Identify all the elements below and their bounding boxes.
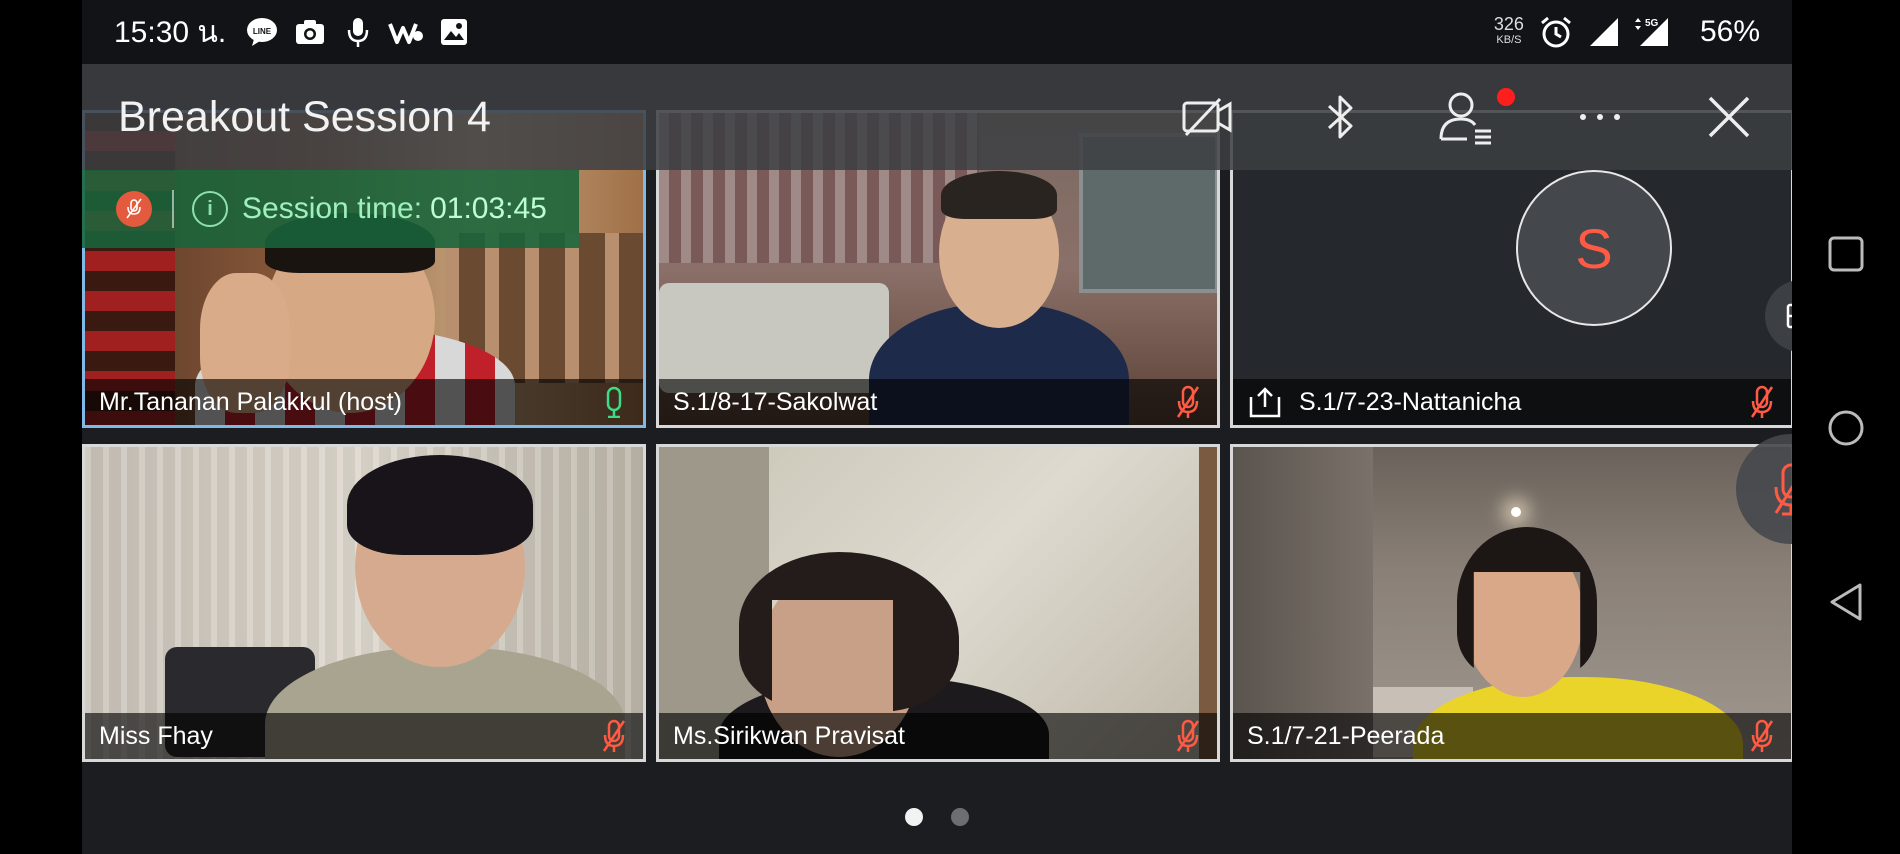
meeting-top-bar: Breakout Session 4 [82, 64, 1792, 170]
signal-5g-icon: 5G [1634, 14, 1670, 50]
back-icon [1830, 583, 1862, 621]
android-navigation-bar [1792, 0, 1900, 854]
mic-muted-icon [1774, 463, 1792, 516]
session-timer-banner: i Session time: 01:03:45 [82, 170, 579, 248]
mic-muted-icon [1747, 718, 1777, 754]
divider [172, 190, 174, 228]
participants-notification-badge [1497, 88, 1515, 106]
participants-icon [1439, 92, 1491, 145]
camera-off-icon [1182, 97, 1232, 137]
network-speed: 326 KB/S [1493, 14, 1524, 46]
webex-icon [388, 14, 424, 50]
line-app-icon: LINE [244, 14, 280, 50]
participant-name: S.1/7-21-Peerada [1247, 721, 1445, 750]
participant-name-bar: S.1/7-23-Nattanicha [1233, 379, 1791, 425]
participant-name-bar: Mr.Tananan Palakkul (host) [85, 379, 643, 425]
camera-icon [292, 14, 328, 50]
page-indicator [82, 808, 1792, 826]
info-icon[interactable]: i [192, 191, 228, 227]
mic-muted-icon [599, 718, 629, 754]
home-button[interactable] [1822, 404, 1870, 452]
page-dot-2[interactable] [951, 808, 969, 826]
session-time-label: Session time: [242, 192, 423, 225]
recents-icon [1828, 236, 1864, 272]
battery-level: 56% [1699, 15, 1760, 48]
participants-button[interactable] [1436, 86, 1498, 148]
video-tile-miss-fhay[interactable]: Miss Fhay [82, 444, 646, 762]
participant-name-bar: Miss Fhay [85, 713, 643, 759]
participant-name-bar: S.1/7-21-Peerada [1233, 713, 1791, 759]
svg-text:LINE: LINE [253, 27, 272, 36]
back-button[interactable] [1822, 578, 1870, 626]
participant-name: Ms.Sirikwan Pravisat [673, 721, 905, 750]
bluetooth-button[interactable] [1310, 86, 1372, 148]
alarm-icon [1538, 14, 1574, 50]
share-screen-icon [1247, 385, 1283, 419]
participant-name: S.1/8-17-Sakolwat [673, 387, 878, 416]
status-clock: 15:30 น. [114, 15, 227, 49]
status-bar: 15:30 น. LINE 326 KB/S 5G 56% [82, 0, 1792, 64]
bluetooth-icon [1327, 95, 1353, 139]
mic-muted-icon [1173, 384, 1203, 420]
mic-on-icon [599, 384, 629, 420]
microphone-icon [340, 14, 376, 50]
close-icon [1708, 96, 1750, 138]
gallery-icon [436, 14, 472, 50]
session-title: Breakout Session 4 [118, 92, 491, 141]
participant-name-bar: Ms.Sirikwan Pravisat [659, 713, 1217, 759]
more-icon [1580, 114, 1620, 120]
participant-name: S.1/7-23-Nattanicha [1299, 387, 1522, 416]
session-time-value: 01:03:45 [430, 192, 547, 225]
home-icon [1828, 410, 1864, 446]
camera-off-button[interactable] [1177, 86, 1239, 148]
muted-indicator-icon [116, 191, 152, 227]
participant-name: Mr.Tananan Palakkul (host) [99, 387, 402, 416]
page-dot-1[interactable] [905, 808, 923, 826]
close-button[interactable] [1698, 86, 1760, 148]
participant-avatar: S [1516, 170, 1672, 326]
recents-button[interactable] [1822, 230, 1870, 278]
more-options-button[interactable] [1569, 86, 1631, 148]
video-tile-peerada[interactable]: S.1/7-21-Peerada [1230, 444, 1792, 762]
mic-muted-icon [1173, 718, 1203, 754]
video-tile-sirikwan[interactable]: Ms.Sirikwan Pravisat [656, 444, 1220, 762]
participant-name-bar: S.1/8-17-Sakolwat [659, 379, 1217, 425]
participant-name: Miss Fhay [99, 721, 213, 750]
mic-muted-icon [1747, 384, 1777, 420]
svg-text:5G: 5G [1645, 18, 1659, 29]
signal-icon [1586, 14, 1622, 50]
meeting-screen: 15:30 น. LINE 326 KB/S 5G 56% Breakout S… [82, 0, 1792, 854]
